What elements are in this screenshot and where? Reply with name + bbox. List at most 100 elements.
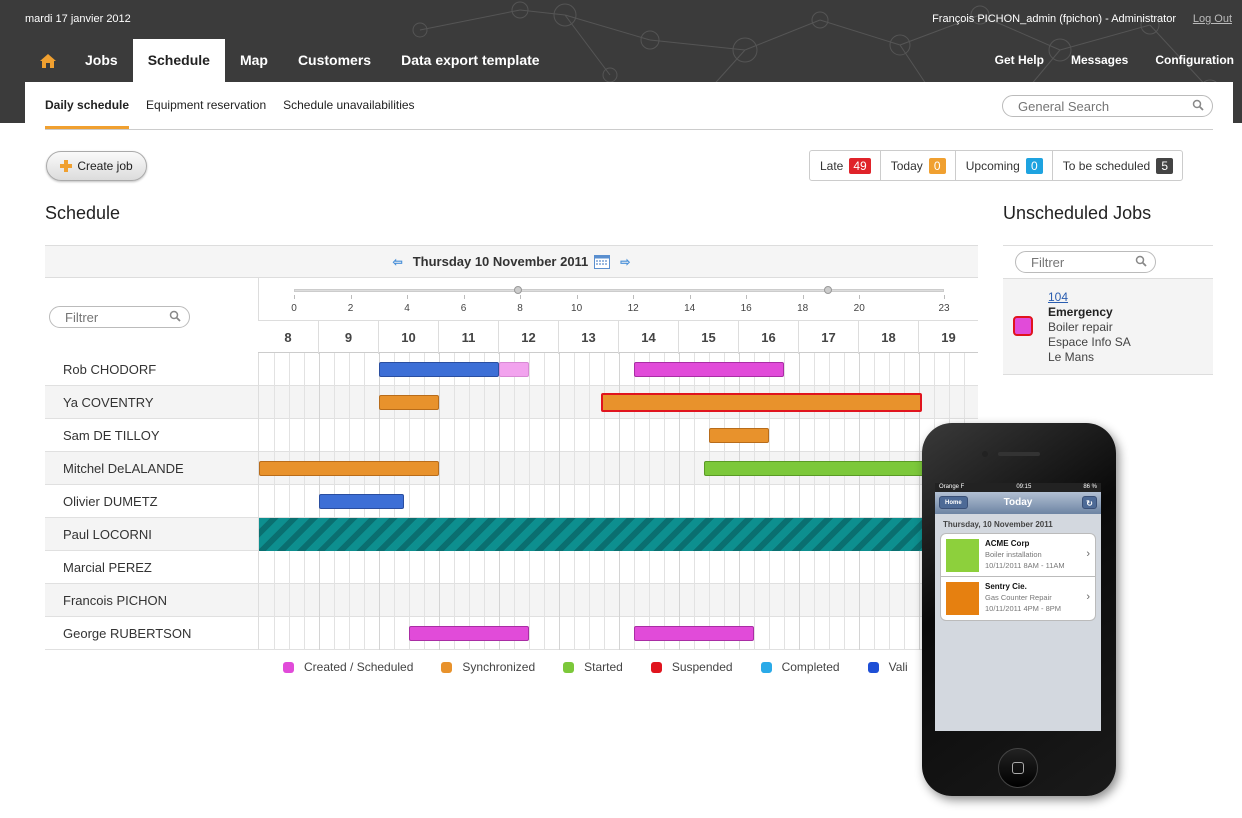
counter-today[interactable]: Today 0 bbox=[881, 151, 956, 180]
phone-screen: Orange F 09:15 86 % Home Today ↻ Thursda… bbox=[935, 483, 1101, 731]
search-icon[interactable] bbox=[1135, 255, 1147, 267]
logout-link[interactable]: Log Out bbox=[1193, 13, 1232, 25]
slider-tick-label: 23 bbox=[938, 303, 950, 314]
job-bar[interactable] bbox=[259, 518, 979, 551]
job-bar[interactable] bbox=[259, 461, 439, 476]
hour-header: 8 9 10 11 12 13 14 15 16 17 18 19 bbox=[258, 320, 978, 354]
plus-icon bbox=[60, 160, 73, 172]
resource-name[interactable]: Rob CHODORF bbox=[63, 353, 156, 386]
slider-tick-label: 8 bbox=[517, 303, 523, 314]
resource-timeline[interactable] bbox=[258, 452, 978, 485]
home-tab[interactable] bbox=[25, 39, 70, 82]
resource-timeline[interactable] bbox=[258, 485, 978, 518]
slider-tick bbox=[350, 295, 352, 299]
resource-name[interactable]: Ya COVENTRY bbox=[63, 386, 154, 419]
resource-name[interactable]: Marcial PEREZ bbox=[63, 551, 152, 584]
tab-data-export-template[interactable]: Data export template bbox=[386, 39, 554, 82]
search-icon[interactable] bbox=[169, 310, 181, 322]
unscheduled-filter-input[interactable] bbox=[1031, 252, 1131, 272]
job-time: 10/11/2011 4PM - 8PM bbox=[985, 604, 1062, 613]
job-company: Espace Info SA bbox=[1048, 335, 1131, 349]
resource-name[interactable]: Sam DE TILLOY bbox=[63, 419, 160, 452]
slider-tick bbox=[802, 295, 804, 299]
slider-handle-start[interactable] bbox=[514, 286, 522, 294]
tab-customers[interactable]: Customers bbox=[283, 39, 386, 82]
schedule-filter[interactable] bbox=[49, 306, 190, 328]
tab-jobs[interactable]: Jobs bbox=[70, 39, 133, 82]
carrier: Orange F bbox=[939, 484, 965, 490]
phone-job-item[interactable]: ACME Corp Boiler installation 10/11/2011… bbox=[940, 533, 1096, 577]
resource-timeline[interactable] bbox=[258, 518, 979, 551]
counter-late[interactable]: Late 49 bbox=[810, 151, 881, 180]
job-color-swatch bbox=[946, 582, 979, 615]
job-bar[interactable] bbox=[634, 362, 784, 377]
search-icon[interactable] bbox=[1192, 99, 1204, 111]
slider-handle-end[interactable] bbox=[824, 286, 832, 294]
late-badge: 49 bbox=[849, 157, 871, 174]
prev-day-arrow-icon[interactable]: ⇦ bbox=[393, 255, 403, 269]
tab-schedule[interactable]: Schedule bbox=[132, 39, 225, 82]
resource-name[interactable]: Paul LOCORNI bbox=[63, 518, 152, 551]
job-counters: Late 49 Today 0 Upcoming 0 To be scheduled 5 bbox=[809, 150, 1184, 181]
resource-row: Marcial PEREZ bbox=[45, 551, 978, 584]
job-bar[interactable] bbox=[379, 395, 439, 410]
resource-row: Francois PICHON bbox=[45, 584, 978, 617]
job-status-swatch[interactable] bbox=[1013, 316, 1033, 336]
job-bar[interactable] bbox=[634, 626, 754, 641]
slider-tick-label: 10 bbox=[571, 303, 583, 314]
counter-to-be-scheduled[interactable]: To be scheduled 5 bbox=[1053, 151, 1182, 180]
resource-name[interactable]: Olivier DUMETZ bbox=[63, 485, 158, 518]
resource-timeline[interactable] bbox=[258, 419, 978, 452]
job-id-link[interactable]: 104 bbox=[1048, 290, 1068, 304]
job-bar[interactable] bbox=[409, 626, 529, 641]
job-bar[interactable] bbox=[499, 362, 529, 377]
upcoming-badge: 0 bbox=[1025, 157, 1043, 174]
to-be-scheduled-badge: 5 bbox=[1156, 157, 1174, 174]
user-info: François PICHON_admin (fpichon) - Admini… bbox=[932, 13, 1176, 25]
legend-swatch bbox=[867, 661, 879, 673]
phone-home-hardware-button bbox=[998, 748, 1038, 788]
slider-track[interactable] bbox=[294, 289, 944, 292]
resource-name[interactable]: George RUBERTSON bbox=[63, 617, 191, 650]
subtab-schedule-unavailabilities[interactable]: Schedule unavailabilities bbox=[283, 82, 414, 129]
next-day-arrow-icon[interactable]: ⇨ bbox=[620, 255, 630, 269]
get-help-link[interactable]: Get Help bbox=[976, 39, 1052, 82]
slider-tick-label: 14 bbox=[684, 303, 696, 314]
unscheduled-job-item[interactable]: 104 Emergency Boiler repair Espace Info … bbox=[1003, 279, 1213, 375]
resource-name[interactable]: Mitchel DeLALANDE bbox=[63, 452, 184, 485]
hour-label: 14 bbox=[618, 321, 678, 354]
job-bar[interactable] bbox=[319, 494, 405, 509]
sub-nav: Daily schedule Equipment reservation Sch… bbox=[45, 82, 432, 129]
messages-link[interactable]: Messages bbox=[1052, 39, 1136, 82]
general-search[interactable] bbox=[1002, 95, 1213, 117]
job-bar[interactable] bbox=[601, 393, 922, 412]
job-bar[interactable] bbox=[379, 362, 499, 377]
schedule-filter-input[interactable] bbox=[65, 307, 165, 327]
resource-timeline[interactable] bbox=[258, 386, 978, 419]
configuration-link[interactable]: Configuration bbox=[1136, 39, 1242, 82]
tab-map[interactable]: Map bbox=[225, 39, 283, 82]
subtab-daily-schedule[interactable]: Daily schedule bbox=[45, 82, 130, 129]
unscheduled-filter[interactable] bbox=[1015, 251, 1156, 273]
subtab-equipment-reservation[interactable]: Equipment reservation bbox=[146, 82, 266, 129]
create-job-button[interactable]: Create job bbox=[46, 151, 147, 181]
phone-job-item[interactable]: Sentry Cie. Gas Counter Repair 10/11/201… bbox=[940, 577, 1096, 621]
legend-item: Synchronized bbox=[441, 660, 535, 674]
resource-timeline[interactable] bbox=[258, 551, 978, 584]
time-range-slider[interactable]: 0 2 4 6 8 10 12 14 16 18 20 23 bbox=[258, 278, 978, 320]
job-description: Boiler repair bbox=[1048, 320, 1113, 334]
job-bar[interactable] bbox=[704, 461, 931, 476]
resource-timeline[interactable] bbox=[258, 584, 978, 617]
job-bar[interactable] bbox=[709, 428, 769, 443]
slider-tick bbox=[689, 295, 691, 299]
slider-tick-label: 20 bbox=[853, 303, 865, 314]
calendar-icon[interactable] bbox=[594, 254, 611, 269]
phone-home-button[interactable]: Home bbox=[939, 496, 968, 509]
refresh-icon[interactable]: ↻ bbox=[1082, 496, 1097, 509]
resource-name[interactable]: Francois PICHON bbox=[63, 584, 167, 617]
counter-upcoming[interactable]: Upcoming 0 bbox=[956, 151, 1053, 180]
general-search-input[interactable] bbox=[1018, 96, 1174, 116]
resource-timeline[interactable] bbox=[258, 353, 978, 386]
legend-item: Started bbox=[563, 660, 623, 674]
resource-timeline[interactable] bbox=[258, 617, 978, 650]
